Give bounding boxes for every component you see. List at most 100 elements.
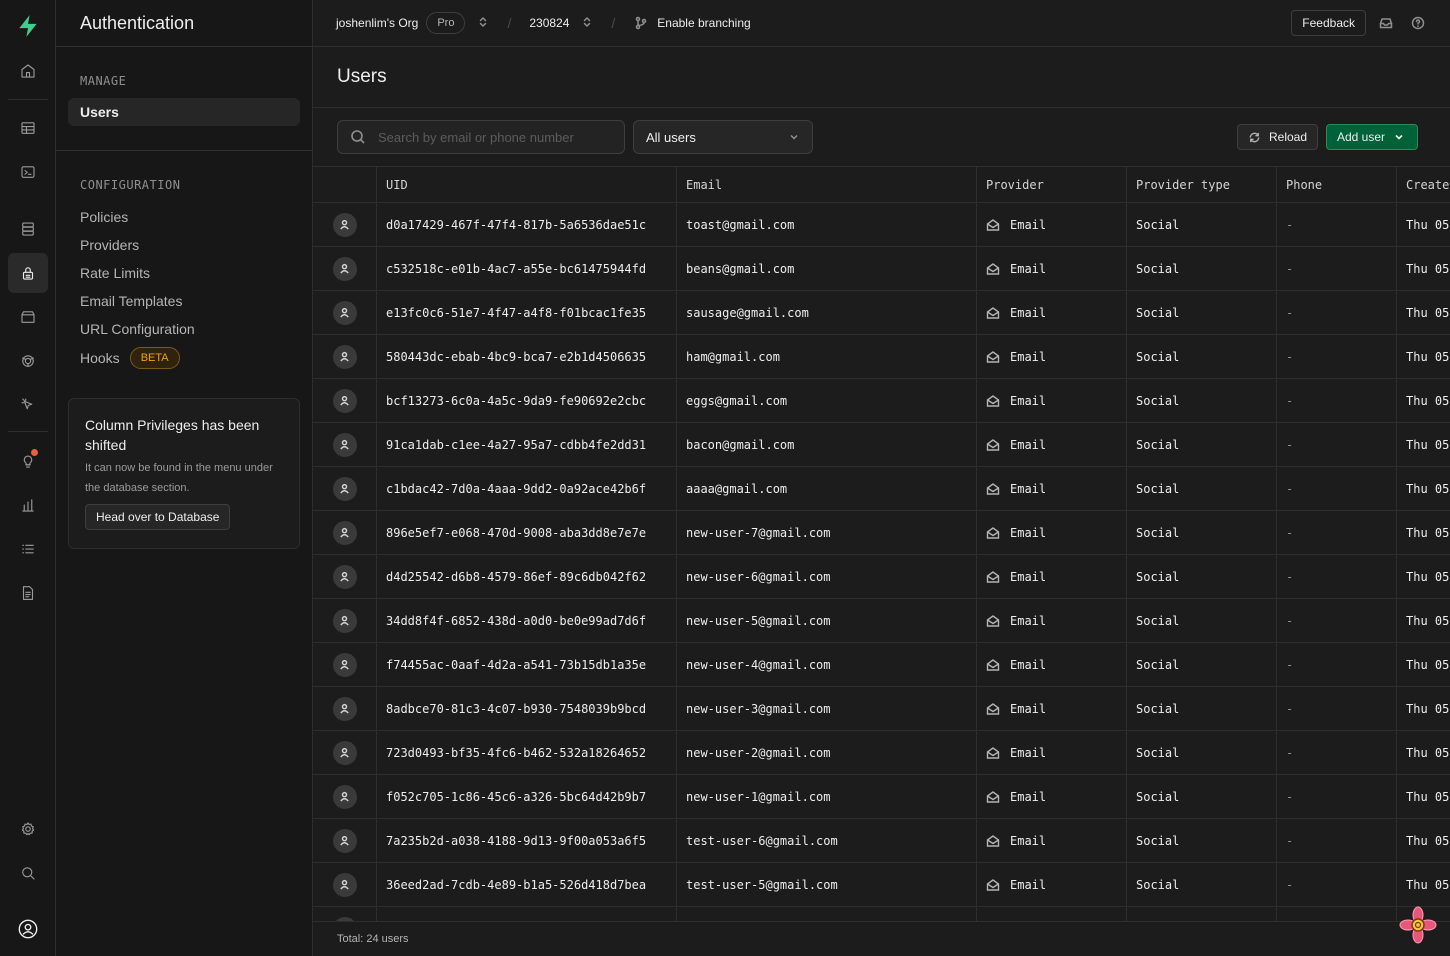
- mail-icon: [986, 306, 1000, 319]
- provider-cell: Email: [977, 423, 1127, 466]
- reports-icon[interactable]: [8, 485, 48, 525]
- created-cell: Thu 05: [1406, 349, 1450, 364]
- search-icon[interactable]: [8, 853, 48, 893]
- edge-functions-icon[interactable]: [8, 385, 48, 425]
- profile-icon[interactable]: [8, 909, 48, 949]
- provider-label: Email: [1010, 217, 1047, 232]
- provider-cell: Email: [977, 203, 1127, 246]
- table-row[interactable]: 580443dc-ebab-4bc9-bca7-e2b1d4506635 ham@…: [313, 335, 1450, 379]
- provider-type-cell: Social: [1127, 643, 1277, 686]
- header-provider-type[interactable]: Provider type: [1127, 167, 1277, 202]
- header-phone[interactable]: Phone: [1277, 167, 1397, 202]
- table-row[interactable]: d4d25542-d6b8-4579-86ef-89c6db042f62 new-…: [313, 555, 1450, 599]
- mail-icon: [986, 526, 1000, 539]
- row-avatar-cell: [313, 687, 377, 730]
- settings-icon[interactable]: [8, 809, 48, 849]
- assistant-flower-icon[interactable]: [1399, 906, 1437, 944]
- chevron-up-down-icon: [581, 16, 593, 31]
- mail-icon: [986, 658, 1000, 671]
- header-uid[interactable]: UID: [377, 167, 677, 202]
- header-created[interactable]: Create: [1397, 167, 1450, 202]
- inbox-icon[interactable]: [1378, 15, 1394, 31]
- menu-item-users[interactable]: Users: [68, 98, 300, 126]
- table-row[interactable]: 36eed2ad-7cdb-4e89-b1a5-526d418d7bea test…: [313, 863, 1450, 907]
- table-row[interactable]: 7a235b2d-a038-4188-9d13-9f00a053a6f5 test…: [313, 819, 1450, 863]
- table-row[interactable]: d0a17429-467f-47f4-817b-5a6536dae51c toas…: [313, 203, 1450, 247]
- reload-button[interactable]: Reload: [1237, 124, 1318, 150]
- menu-item-email-templates[interactable]: Email Templates: [68, 287, 300, 315]
- project-switcher[interactable]: 230824: [529, 16, 593, 31]
- user-filter-value: All users: [646, 129, 696, 145]
- phone-cell: -: [1277, 555, 1397, 598]
- storage-icon[interactable]: [8, 297, 48, 337]
- phone-cell: -: [1277, 775, 1397, 818]
- add-user-button[interactable]: Add user: [1326, 124, 1418, 150]
- table-row[interactable]: bcf13273-6c0a-4a5c-9da9-fe90692e2cbc eggs…: [313, 379, 1450, 423]
- logs-icon[interactable]: [8, 529, 48, 569]
- auth-lock-icon[interactable]: [8, 253, 48, 293]
- phone-cell: [1277, 907, 1397, 921]
- header-email[interactable]: Email: [677, 167, 977, 202]
- api-docs-icon[interactable]: [8, 573, 48, 613]
- created-cell: Thu 05: [1406, 525, 1450, 540]
- table-row[interactable]: 34dd8f4f-6852-438d-a0d0-be0e99ad7d6f new-…: [313, 599, 1450, 643]
- table-row[interactable]: 8adbce70-81c3-4c07-b930-7548039b9bcd new-…: [313, 687, 1450, 731]
- help-icon[interactable]: [1410, 15, 1426, 31]
- menu-item-rate-limits[interactable]: Rate Limits: [68, 259, 300, 287]
- table-row[interactable]: f74455ac-0aaf-4d2a-a541-73b15db1a35e new-…: [313, 643, 1450, 687]
- search-box[interactable]: [337, 120, 625, 154]
- phone-cell: -: [1277, 291, 1397, 334]
- provider-cell: Email: [977, 819, 1127, 862]
- enable-branching-button[interactable]: Enable branching: [633, 15, 751, 31]
- section-title: Authentication: [56, 0, 312, 47]
- provider-cell: Email: [977, 291, 1127, 334]
- provider-type-cell: Social: [1127, 335, 1277, 378]
- table-header-row: UID Email Provider Provider type Phone C…: [313, 167, 1450, 203]
- email-cell: new-user-5@gmail.com: [677, 599, 977, 642]
- provider-type-cell: Social: [1127, 203, 1277, 246]
- mail-icon: [986, 218, 1000, 231]
- header-provider[interactable]: Provider: [977, 167, 1127, 202]
- created-cell: Thu 05: [1406, 877, 1450, 892]
- sql-editor-icon[interactable]: [8, 152, 48, 192]
- top-bar: joshenlim's Org Pro / 230824 / Enable br…: [313, 0, 1450, 47]
- mail-icon: [986, 790, 1000, 803]
- table-row[interactable]: 723d0493-bf35-4fc6-b462-532a18264652 new-…: [313, 731, 1450, 775]
- head-over-to-database-button[interactable]: Head over to Database: [85, 504, 231, 530]
- menu-item-hooks-label: Hooks: [80, 350, 120, 366]
- org-switcher[interactable]: joshenlim's Org Pro: [336, 12, 489, 34]
- menu-item-hooks[interactable]: Hooks BETA: [68, 343, 300, 373]
- feedback-button[interactable]: Feedback: [1291, 10, 1366, 36]
- row-avatar-cell: [313, 775, 377, 818]
- table-row[interactable]: c532518c-e01b-4ac7-a55e-bc61475944fd bean…: [313, 247, 1450, 291]
- advisors-icon[interactable]: [8, 441, 48, 481]
- table-row[interactable]: 896e5ef7-e068-470d-9008-aba3dd8e7e7e new-…: [313, 511, 1450, 555]
- rail-divider: [8, 431, 48, 432]
- created-cell: Thu 05: [1406, 261, 1450, 276]
- table-row[interactable]: 91ca1dab-c1ee-4a27-95a7-cdbb4fe2dd31 baco…: [313, 423, 1450, 467]
- supabase-logo-icon[interactable]: [8, 6, 48, 46]
- table-row[interactable]: f052c705-1c86-45c6-a326-5bc64d42b9b7 new-…: [313, 775, 1450, 819]
- user-filter-select[interactable]: All users: [633, 120, 813, 154]
- table-row[interactable]: e13fc0c6-51e7-4f47-a4f8-f01bcac1fe35 saus…: [313, 291, 1450, 335]
- provider-cell: Email: [977, 863, 1127, 906]
- realtime-icon[interactable]: [8, 341, 48, 381]
- row-avatar-cell: [313, 423, 377, 466]
- menu-item-policies[interactable]: Policies: [68, 203, 300, 231]
- database-icon[interactable]: [8, 209, 48, 249]
- phone-cell: -: [1277, 863, 1397, 906]
- provider-label: Email: [1010, 877, 1047, 892]
- home-icon[interactable]: [8, 51, 48, 91]
- provider-type-cell: Social: [1127, 731, 1277, 774]
- search-input[interactable]: [378, 129, 618, 145]
- menu-item-providers[interactable]: Providers: [68, 231, 300, 259]
- table-editor-icon[interactable]: [8, 108, 48, 148]
- created-cell: Thu 05: [1406, 305, 1450, 320]
- created-cell: Thu 05: [1406, 745, 1450, 760]
- user-avatar-icon: [332, 872, 357, 897]
- table-row[interactable]: c1bdac42-7d0a-4aaa-9dd2-0a92ace42b6f aaaa…: [313, 467, 1450, 511]
- provider-label: Email: [1010, 657, 1047, 672]
- chevron-up-down-icon: [477, 16, 489, 31]
- menu-item-url-configuration[interactable]: URL Configuration: [68, 315, 300, 343]
- provider-type-cell: Social: [1127, 291, 1277, 334]
